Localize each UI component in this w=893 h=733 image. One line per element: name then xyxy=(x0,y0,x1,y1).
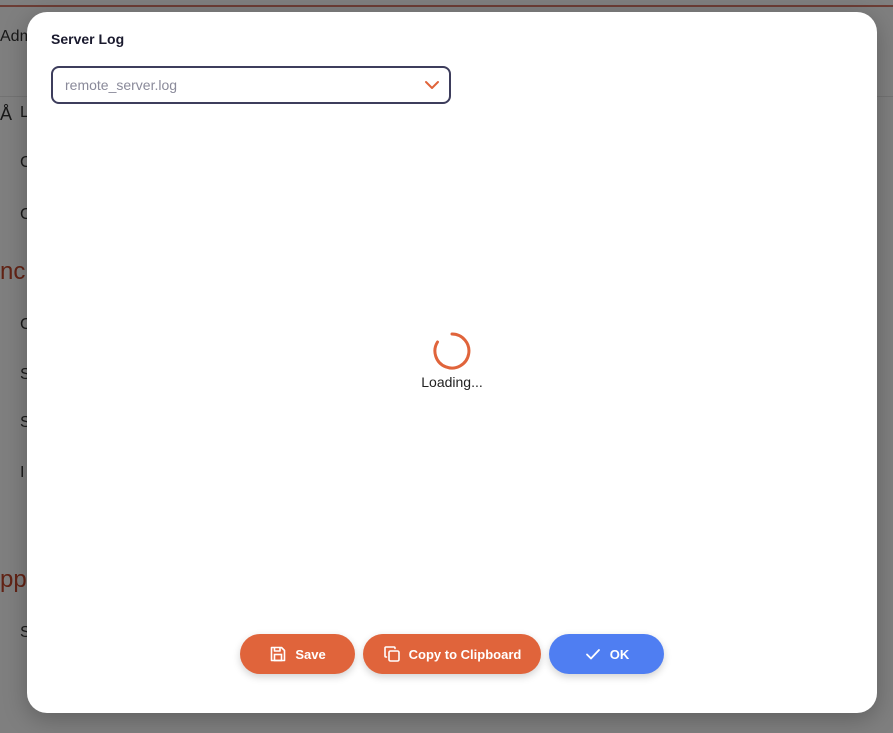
save-button-label: Save xyxy=(295,646,326,662)
checkmark-icon xyxy=(585,649,600,660)
ok-button[interactable]: OK xyxy=(549,634,664,674)
dialog-title: Server Log xyxy=(51,31,125,47)
server-log-dialog: Server Log remote_server.log Loading... … xyxy=(27,12,877,713)
copy-icon xyxy=(383,646,400,662)
floppy-disk-icon xyxy=(271,646,286,662)
log-file-select-value: remote_server.log xyxy=(65,77,178,93)
loading-spinner-icon xyxy=(433,332,471,370)
chevron-down-icon xyxy=(425,81,439,89)
copy-to-clipboard-button-label: Copy to Clipboard xyxy=(408,646,522,662)
log-file-select[interactable]: remote_server.log xyxy=(51,66,451,104)
loading-text: Loading... xyxy=(421,374,483,390)
copy-to-clipboard-button[interactable]: Copy to Clipboard xyxy=(363,634,541,674)
ok-button-label: OK xyxy=(609,646,630,662)
save-button[interactable]: Save xyxy=(240,634,355,674)
